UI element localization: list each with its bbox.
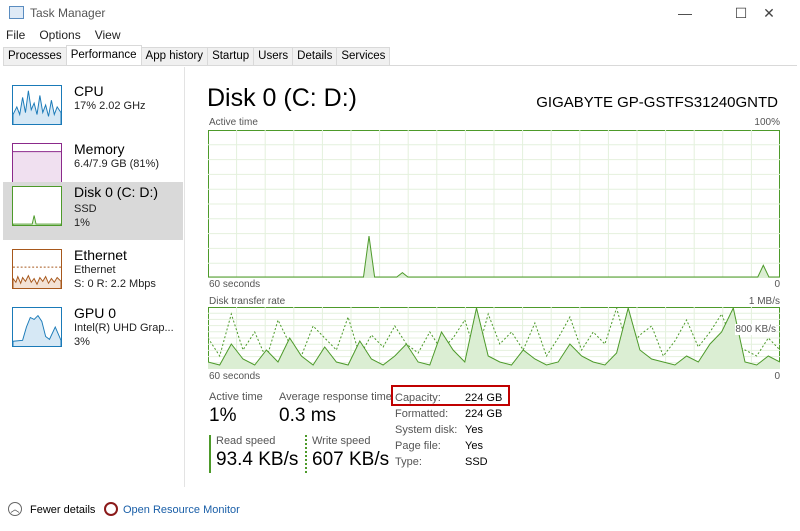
menu-file[interactable]: File: [6, 28, 25, 42]
sidebar-usage: S: 0 R: 2.2 Mbps: [74, 278, 156, 290]
property-value: Yes: [465, 424, 483, 436]
sidebar-detail: Intel(R) UHD Grap...: [74, 322, 174, 334]
disk-thumbnail: [12, 186, 62, 226]
disk-model: GIGABYTE GP-GSTFS31240GNTD: [536, 94, 778, 111]
active-time-label: Active time: [209, 391, 263, 403]
property-row: Page file: Yes: [395, 438, 502, 454]
graph-max: 1 MB/s: [748, 296, 780, 307]
write-speed-label: Write speed: [312, 435, 371, 447]
memory-thumbnail: [12, 143, 62, 183]
cpu-thumbnail: [12, 85, 62, 125]
property-key: Page file:: [395, 440, 441, 452]
sidebar-label: Ethernet: [74, 247, 127, 263]
tab-services[interactable]: Services: [336, 47, 391, 65]
sidebar-item-cpu[interactable]: CPU 17% 2.02 GHz: [3, 81, 183, 139]
tab-performance[interactable]: Performance: [65, 45, 142, 65]
open-resource-monitor-link[interactable]: Open Resource Monitor: [123, 504, 240, 516]
property-row: Type: SSD: [395, 454, 502, 470]
graph-mid-label: 800 KB/s: [735, 324, 776, 335]
write-speed-block: Write speed 607 KB/s: [305, 435, 389, 473]
window-title: Task Manager: [30, 6, 106, 20]
ethernet-thumbnail: [12, 249, 62, 289]
property-row: Capacity: 224 GB: [395, 390, 502, 406]
property-row: System disk: Yes: [395, 422, 502, 438]
tab-processes[interactable]: Processes: [3, 47, 67, 65]
active-time-value: 1%: [209, 405, 237, 426]
read-speed-block: Read speed 93.4 KB/s: [209, 435, 298, 473]
sidebar-detail: Ethernet: [74, 264, 116, 276]
sidebar-usage: 1%: [74, 217, 90, 229]
chevron-up-icon[interactable]: ︿: [8, 502, 22, 516]
sidebar-usage: 3%: [74, 336, 90, 348]
response-time-label: Average response time: [279, 391, 392, 403]
tab-bar: Processes Performance App history Startu…: [3, 45, 797, 66]
menu-view[interactable]: View: [95, 28, 121, 42]
resource-monitor-icon: [104, 502, 118, 516]
graph-max: 100%: [754, 117, 780, 128]
close-button[interactable]: ✕: [746, 0, 792, 26]
tab-details[interactable]: Details: [292, 47, 338, 65]
property-key: Capacity:: [395, 392, 441, 404]
disk-properties: Capacity: 224 GB Formatted: 224 GB System di…: [395, 390, 502, 470]
sidebar: CPU 17% 2.02 GHz Memory 6.4/7.9 GB (81%)…: [0, 67, 185, 487]
property-key: Formatted:: [395, 408, 449, 420]
graph-timespan: 60 seconds: [209, 279, 261, 290]
graph-label: Disk transfer rate: [209, 296, 286, 307]
minimize-button[interactable]: —: [662, 0, 708, 26]
property-value: 224 GB: [465, 408, 503, 420]
sidebar-item-disk[interactable]: Disk 0 (C: D:) SSD 1%: [3, 182, 183, 240]
graph-timespan: 60 seconds: [209, 371, 261, 382]
sidebar-label: GPU 0: [74, 305, 117, 321]
fewer-details-link[interactable]: Fewer details: [30, 504, 95, 516]
response-time-value: 0.3 ms: [279, 405, 337, 426]
property-value: 224 GB: [465, 392, 503, 404]
sidebar-detail: 6.4/7.9 GB (81%): [74, 158, 159, 170]
transfer-rate-graph: [208, 307, 780, 369]
property-value: Yes: [465, 440, 483, 452]
sidebar-detail: 17% 2.02 GHz: [74, 100, 146, 112]
page-title: Disk 0 (C: D:): [207, 84, 357, 112]
sidebar-detail: SSD: [74, 203, 97, 215]
graph-label: Active time: [209, 117, 258, 128]
property-key: System disk:: [395, 424, 458, 436]
gpu-thumbnail: [12, 307, 62, 347]
sidebar-label: CPU: [74, 83, 104, 99]
graph-min: 0: [774, 371, 780, 382]
property-row: Formatted: 224 GB: [395, 406, 502, 422]
tab-app-history[interactable]: App history: [140, 47, 209, 65]
tab-startup[interactable]: Startup: [207, 47, 255, 65]
graph-min: 0: [774, 279, 780, 290]
tab-users[interactable]: Users: [253, 47, 294, 65]
property-value: SSD: [465, 456, 488, 468]
menu-bar: File Options View: [6, 28, 121, 42]
active-time-graph: [208, 130, 780, 278]
sidebar-label: Disk 0 (C: D:): [74, 184, 158, 200]
menu-options[interactable]: Options: [39, 28, 80, 42]
sidebar-label: Memory: [74, 141, 125, 157]
write-speed-value: 607 KB/s: [312, 449, 390, 470]
task-manager-icon: [9, 6, 24, 19]
sidebar-item-gpu[interactable]: GPU 0 Intel(R) UHD Grap... 3%: [3, 303, 183, 361]
read-speed-label: Read speed: [216, 435, 276, 447]
property-key: Type:: [395, 456, 422, 468]
read-speed-value: 93.4 KB/s: [216, 449, 299, 470]
sidebar-item-ethernet[interactable]: Ethernet Ethernet S: 0 R: 2.2 Mbps: [3, 245, 183, 303]
